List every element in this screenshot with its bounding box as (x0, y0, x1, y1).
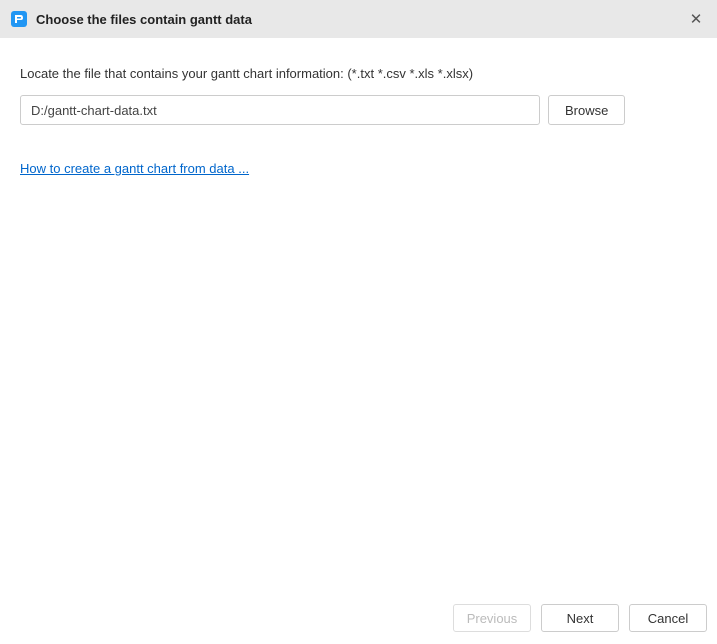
file-path-input[interactable] (20, 95, 540, 125)
previous-button: Previous (453, 604, 531, 632)
browse-button[interactable]: Browse (548, 95, 625, 125)
dialog-header: Choose the files contain gantt data ✕ (0, 0, 717, 38)
help-link[interactable]: How to create a gantt chart from data ..… (20, 161, 249, 176)
next-button[interactable]: Next (541, 604, 619, 632)
instruction-text: Locate the file that contains your gantt… (20, 66, 697, 81)
close-icon: ✕ (690, 10, 703, 28)
app-icon (10, 10, 28, 28)
file-row: Browse (20, 95, 697, 125)
dialog-footer: Previous Next Cancel (0, 594, 717, 644)
cancel-button[interactable]: Cancel (629, 604, 707, 632)
dialog-title: Choose the files contain gantt data (36, 12, 252, 27)
close-button[interactable]: ✕ (687, 10, 705, 28)
dialog-content: Locate the file that contains your gantt… (0, 38, 717, 594)
